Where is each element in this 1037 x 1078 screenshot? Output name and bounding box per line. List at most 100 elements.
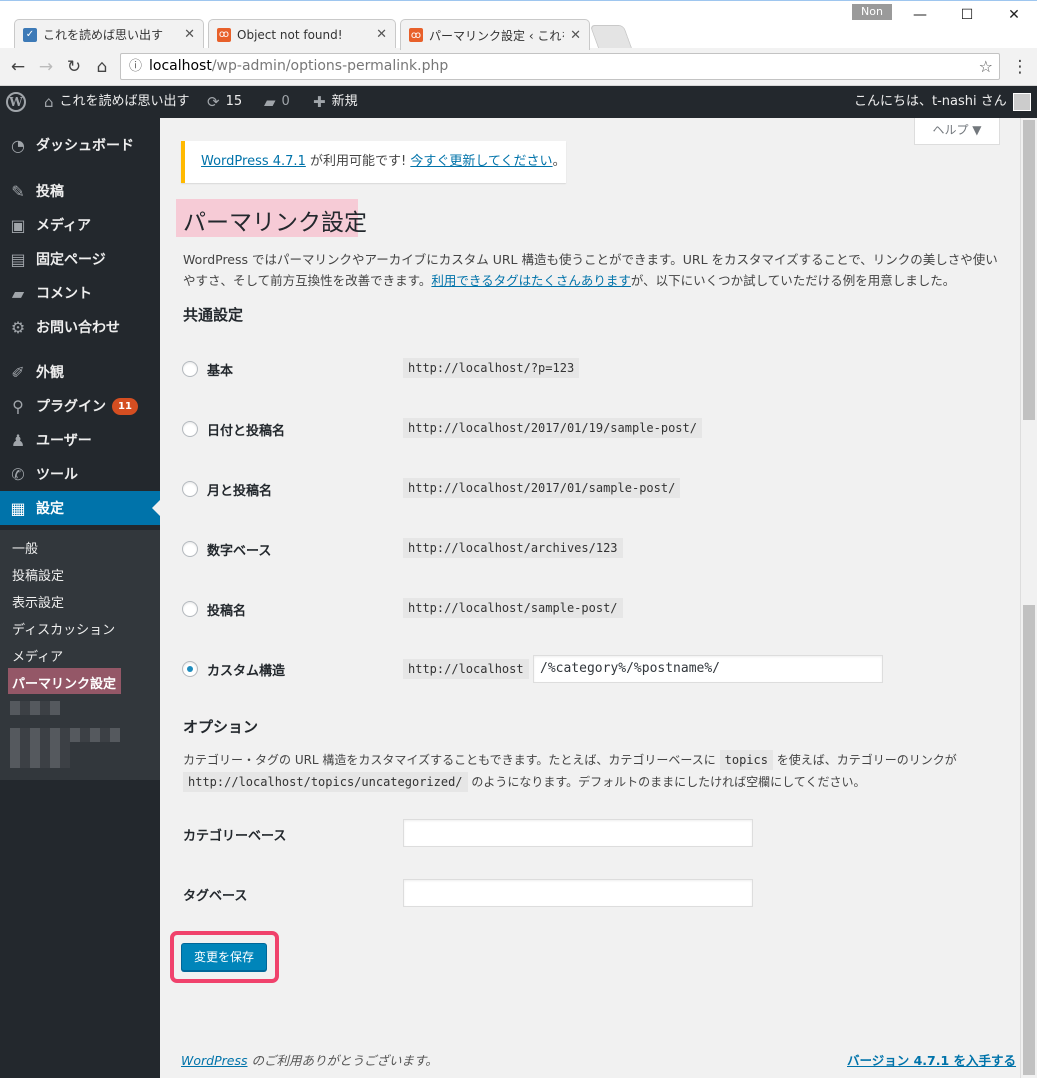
menu-dots-icon[interactable]: ⋮ (1006, 48, 1034, 86)
comment-icon: ▰ (264, 93, 276, 111)
info-icon[interactable]: ⓘ (129, 54, 142, 79)
available-tags-link[interactable]: 利用できるタグはたくさんあります (431, 273, 631, 288)
submenu-media[interactable]: メディア (12, 646, 63, 665)
browser-tab-2[interactable]: ꝏ Object not found! ✕ (208, 19, 396, 49)
example-url: http://localhost/sample-post/ (403, 598, 623, 618)
close-window-icon[interactable]: ✕ (991, 0, 1037, 30)
comments-link[interactable]: ▰ 0 (264, 86, 290, 118)
radio-month-name[interactable] (182, 481, 198, 497)
reload-icon[interactable]: ↻ (60, 48, 88, 86)
home-icon[interactable]: ⌂ (88, 48, 116, 86)
menu-contact[interactable]: ⚙ お問い合わせ (0, 310, 160, 344)
minimize-icon[interactable]: — (897, 0, 943, 30)
close-icon[interactable]: ✕ (570, 28, 581, 43)
menu-plugins[interactable]: ⚲ プラグイン 11 (0, 389, 160, 423)
option-day-name[interactable]: 日付と投稿名 (182, 417, 285, 441)
url-path: /wp-admin/options-permalink.php (211, 58, 449, 74)
update-now-link[interactable]: 今すぐ更新してください (410, 154, 552, 169)
greeting: こんにちは、t-nashi さん (854, 94, 1007, 109)
example-url: http://localhost/2017/01/19/sample-post/ (403, 418, 702, 438)
menu-comments[interactable]: ▰ コメント (0, 276, 160, 310)
category-base-input[interactable] (403, 819, 753, 847)
footer-text: のご利用ありがとうございます。 (247, 1053, 438, 1068)
close-icon[interactable]: ✕ (376, 27, 387, 42)
browser-tab-1[interactable]: ✓ これを読めば思い出す ✕ (14, 19, 204, 49)
options-heading: オプション (183, 718, 259, 736)
scrollbar-thumb[interactable] (1023, 120, 1035, 420)
footer-wordpress-link[interactable]: WordPress (181, 1053, 247, 1068)
option-post-name[interactable]: 投稿名 (182, 597, 246, 621)
submenu-permalink[interactable]: パーマリンク設定 (12, 673, 116, 692)
site-name: これを読めば思い出す (59, 94, 190, 109)
my-account-link[interactable]: こんにちは、t-nashi さん (854, 86, 1031, 118)
menu-pages[interactable]: ▤ 固定ページ (0, 242, 160, 276)
submenu-general[interactable]: 一般 (12, 538, 38, 557)
updates-count: 15 (225, 94, 243, 109)
plugin-icon: ⚲ (12, 396, 24, 416)
browser-tab-3-active[interactable]: ꝏ パーマリンク設定 ‹ これを読 ✕ (400, 19, 590, 50)
radio-numeric[interactable] (182, 541, 198, 557)
update-notice: WordPress 4.7.1 が利用可能です! 今すぐ更新してください。 (181, 141, 566, 183)
menu-tools[interactable]: ✆ ツール (0, 457, 160, 491)
option-month-name[interactable]: 月と投稿名 (182, 477, 272, 501)
menu-settings[interactable]: ▦ 設定 (0, 491, 160, 525)
back-icon[interactable]: ← (4, 48, 32, 86)
menu-label: 投稿 (36, 184, 64, 200)
gear-icon: ⚙ (10, 317, 26, 337)
menu-users[interactable]: ♟ ユーザー (0, 423, 160, 457)
settings-icon: ▦ (10, 498, 26, 518)
option-custom[interactable]: カスタム構造 (182, 657, 285, 681)
option-label: 投稿名 (207, 603, 247, 619)
scrollbar-thumb[interactable] (1023, 605, 1035, 1075)
intro-text: WordPress ではパーマリンクやアーカイブにカスタム URL 構造も使うこ… (183, 249, 1003, 291)
menu-dashboard[interactable]: ◔ ダッシュボード (0, 128, 160, 162)
custom-structure-input[interactable]: /%category%/%postname%/ (533, 655, 883, 683)
option-label: 日付と投稿名 (207, 423, 286, 439)
menu-label: コメント (36, 286, 92, 302)
user-icon: ♟ (10, 430, 26, 450)
forward-icon[interactable]: → (32, 48, 60, 86)
pin-icon: ✎ (11, 181, 25, 201)
wordpress-version-link[interactable]: WordPress 4.7.1 (201, 154, 306, 169)
new-tab-button[interactable] (589, 25, 633, 49)
tab-title: パーマリンク設定 ‹ これを読 (429, 28, 564, 43)
address-bar[interactable]: ⓘ localhost/wp-admin/options-permalink.p… (120, 53, 1000, 80)
submenu-discussion[interactable]: ディスカッション (12, 619, 115, 638)
radio-plain[interactable] (182, 361, 198, 377)
site-name-link[interactable]: ⌂ これを読めば思い出す (44, 86, 190, 118)
wordpress-logo-icon[interactable]: W (6, 86, 26, 118)
submenu-writing[interactable]: 投稿設定 (12, 565, 64, 584)
radio-custom-checked[interactable] (182, 661, 198, 677)
notice-end: 。 (552, 154, 566, 169)
menu-label: 外観 (36, 365, 64, 381)
intro-text-2: が、以下にいくつか試していただける例を用意しました。 (630, 273, 956, 288)
close-icon[interactable]: ✕ (184, 27, 195, 42)
updates-link[interactable]: ⟳ 15 (207, 86, 242, 118)
page-icon: ▤ (10, 249, 26, 269)
radio-post-name[interactable] (182, 601, 198, 617)
menu-posts[interactable]: ✎ 投稿 (0, 174, 160, 208)
submenu-reading[interactable]: 表示設定 (12, 592, 64, 611)
radio-day-name[interactable] (182, 421, 198, 437)
option-plain[interactable]: 基本 (182, 357, 233, 381)
footer-version-link[interactable]: バージョン 4.7.1 を入手する (847, 1050, 1016, 1069)
menu-appearance[interactable]: ✐ 外観 (0, 355, 160, 389)
tag-base-label: タグベース (183, 889, 248, 904)
save-changes-button[interactable]: 変更を保存 (181, 943, 267, 971)
option-label: 基本 (207, 363, 234, 379)
maximize-icon[interactable]: ☐ (944, 0, 990, 30)
new-content-link[interactable]: ✚ 新規 (313, 86, 358, 118)
tag-base-input[interactable] (403, 879, 753, 907)
footer-thanks: WordPress のご利用ありがとうございます。 (181, 1050, 438, 1069)
blurred-submenu-item (10, 728, 120, 742)
star-icon[interactable]: ☆ (979, 54, 993, 79)
menu-media[interactable]: ▣ メディア (0, 208, 160, 242)
profile-badge[interactable]: Non (852, 4, 892, 20)
new-label: 新規 (331, 94, 358, 109)
code-sample: topics (719, 750, 773, 770)
option-label: カスタム構造 (207, 663, 286, 679)
check-favicon-icon: ✓ (23, 27, 37, 42)
tab-title: これを読めば思い出す (43, 28, 164, 42)
help-tab-button[interactable]: ヘルプ ▼ (914, 118, 1000, 145)
option-numeric[interactable]: 数字ベース (182, 537, 271, 561)
